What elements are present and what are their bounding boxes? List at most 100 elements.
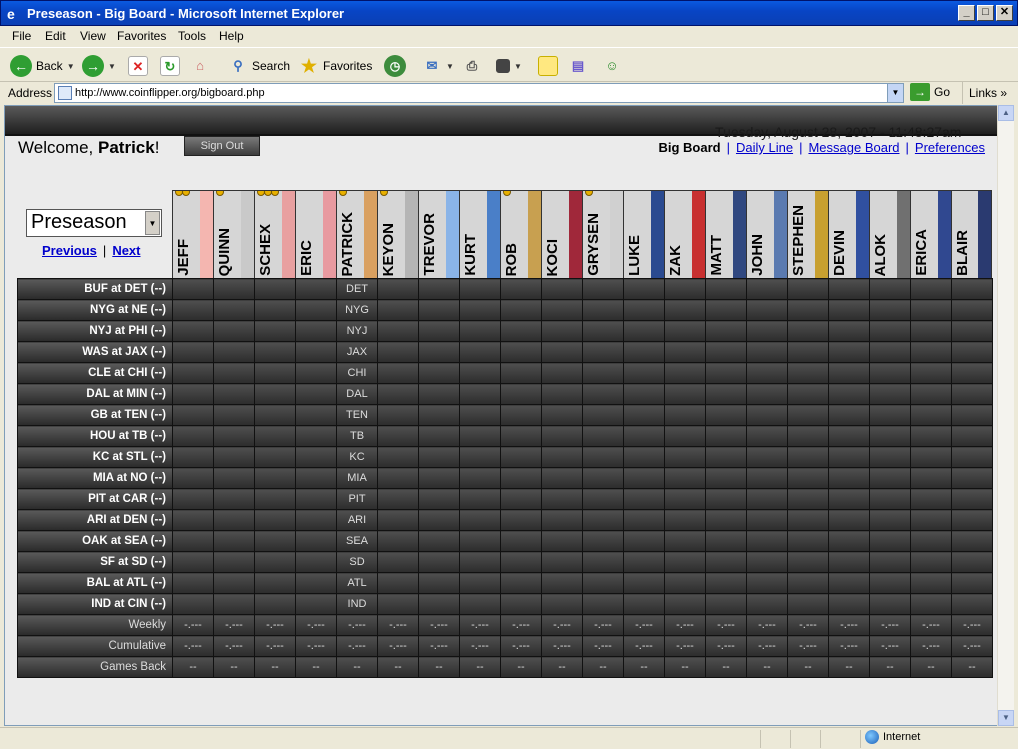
pick-cell[interactable]	[459, 593, 501, 615]
pick-cell[interactable]	[746, 278, 788, 300]
pick-cell[interactable]	[172, 425, 214, 447]
menu-tools[interactable]: Tools	[178, 29, 206, 43]
pick-cell[interactable]: JAX	[336, 341, 378, 363]
pick-cell[interactable]	[541, 278, 583, 300]
pick-cell[interactable]	[213, 404, 255, 426]
pick-cell[interactable]	[377, 509, 419, 531]
pick-cell[interactable]	[828, 572, 870, 594]
pick-cell[interactable]	[418, 320, 460, 342]
sign-out-button[interactable]: Sign Out	[184, 136, 260, 156]
pick-cell[interactable]	[582, 572, 624, 594]
pick-cell[interactable]	[623, 362, 665, 384]
pick-cell[interactable]	[172, 404, 214, 426]
pick-cell[interactable]	[377, 467, 419, 489]
pick-cell[interactable]	[623, 341, 665, 363]
pick-cell[interactable]: SEA	[336, 530, 378, 552]
pick-cell[interactable]	[828, 362, 870, 384]
pick-cell[interactable]	[951, 362, 993, 384]
pick-cell[interactable]	[582, 488, 624, 510]
pick-cell[interactable]	[295, 446, 337, 468]
pick-cell[interactable]	[582, 425, 624, 447]
pick-cell[interactable]	[541, 446, 583, 468]
pick-cell[interactable]	[705, 530, 747, 552]
pick-cell[interactable]	[623, 551, 665, 573]
pick-cell[interactable]	[459, 446, 501, 468]
pick-cell[interactable]	[418, 551, 460, 573]
pick-cell[interactable]	[213, 320, 255, 342]
pick-cell[interactable]	[295, 362, 337, 384]
stop-button[interactable]: ✕	[128, 53, 148, 79]
pick-cell[interactable]	[541, 530, 583, 552]
pick-cell[interactable]	[787, 383, 829, 405]
pick-cell[interactable]	[705, 593, 747, 615]
pick-cell[interactable]	[582, 320, 624, 342]
vertical-scrollbar[interactable]: ▲ ▼	[997, 105, 1014, 726]
pick-cell[interactable]	[213, 551, 255, 573]
pick-cell[interactable]	[459, 278, 501, 300]
pick-cell[interactable]	[459, 404, 501, 426]
next-link[interactable]: Next	[112, 243, 140, 258]
forward-button[interactable]: → ▼	[82, 53, 116, 79]
address-input[interactable]: http://www.coinflipper.org/bigboard.php …	[54, 83, 904, 103]
pick-cell[interactable]	[254, 383, 296, 405]
pick-cell[interactable]	[459, 551, 501, 573]
pick-cell[interactable]	[951, 572, 993, 594]
pick-cell[interactable]	[172, 551, 214, 573]
pick-cell[interactable]	[254, 320, 296, 342]
pick-cell[interactable]	[582, 446, 624, 468]
pick-cell[interactable]	[910, 404, 952, 426]
pick-cell[interactable]	[664, 404, 706, 426]
pick-cell[interactable]	[869, 404, 911, 426]
pick-cell[interactable]	[459, 383, 501, 405]
pick-cell[interactable]	[910, 572, 952, 594]
pick-cell[interactable]	[541, 551, 583, 573]
pick-cell[interactable]	[295, 593, 337, 615]
menu-edit[interactable]: Edit	[45, 29, 66, 43]
go-button[interactable]: → Go	[910, 83, 950, 101]
scroll-down-icon[interactable]: ▼	[998, 710, 1014, 726]
pick-cell[interactable]	[377, 593, 419, 615]
pick-cell[interactable]	[664, 341, 706, 363]
pick-cell[interactable]	[869, 341, 911, 363]
pick-cell[interactable]	[582, 551, 624, 573]
pick-cell[interactable]	[623, 593, 665, 615]
pick-cell[interactable]	[951, 467, 993, 489]
history-button[interactable]: ◷	[384, 53, 406, 79]
pick-cell[interactable]	[951, 299, 993, 321]
pick-cell[interactable]: SD	[336, 551, 378, 573]
pick-cell[interactable]	[582, 299, 624, 321]
pick-cell[interactable]	[500, 488, 542, 510]
pick-cell[interactable]: ATL	[336, 572, 378, 594]
pick-cell[interactable]	[295, 467, 337, 489]
pick-cell[interactable]	[787, 341, 829, 363]
pick-cell[interactable]	[787, 488, 829, 510]
pick-cell[interactable]	[213, 488, 255, 510]
pick-cell[interactable]	[295, 488, 337, 510]
pick-cell[interactable]	[787, 593, 829, 615]
pick-cell[interactable]	[746, 467, 788, 489]
pick-cell[interactable]	[910, 320, 952, 342]
pick-cell[interactable]	[828, 278, 870, 300]
week-select[interactable]: Preseason ▼	[26, 209, 162, 237]
pick-cell[interactable]	[705, 572, 747, 594]
menu-file[interactable]: File	[12, 29, 31, 43]
pick-cell[interactable]	[705, 362, 747, 384]
pick-cell[interactable]	[869, 446, 911, 468]
pick-cell[interactable]	[254, 530, 296, 552]
pick-cell[interactable]	[746, 299, 788, 321]
pick-cell[interactable]	[213, 341, 255, 363]
pick-cell[interactable]	[500, 593, 542, 615]
pick-cell[interactable]	[254, 341, 296, 363]
pick-cell[interactable]	[869, 572, 911, 594]
pick-cell[interactable]	[787, 551, 829, 573]
pick-cell[interactable]	[254, 362, 296, 384]
pick-cell[interactable]	[500, 425, 542, 447]
pick-cell[interactable]	[213, 467, 255, 489]
pick-cell[interactable]	[459, 509, 501, 531]
pick-cell[interactable]	[500, 320, 542, 342]
pick-cell[interactable]	[787, 467, 829, 489]
pick-cell[interactable]	[705, 278, 747, 300]
pick-cell[interactable]	[541, 572, 583, 594]
pick-cell[interactable]	[418, 530, 460, 552]
pick-cell[interactable]	[746, 509, 788, 531]
